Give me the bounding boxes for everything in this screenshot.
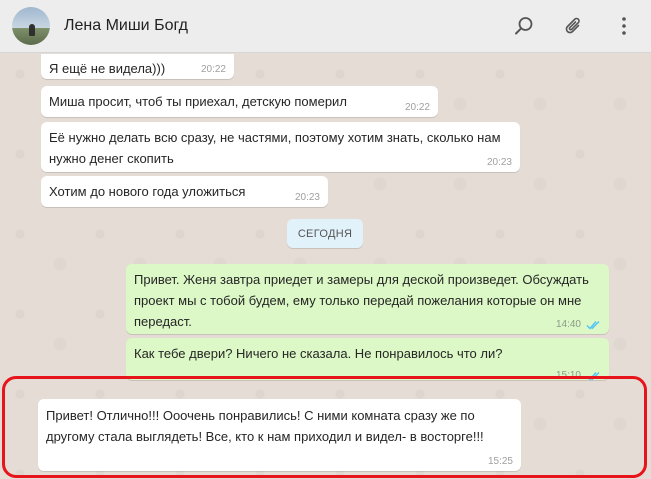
avatar[interactable] xyxy=(12,7,50,45)
message-time: 20:22 xyxy=(200,64,226,75)
message-time: 15:10 xyxy=(555,370,581,381)
read-receipt-icon xyxy=(586,372,600,381)
message-text: Миша просит, чтоб ты приехал, детскую по… xyxy=(49,94,347,109)
message-text: Привет. Женя завтра приедет и замеры для… xyxy=(134,272,589,329)
date-separator: СЕГОДНЯ xyxy=(287,219,363,248)
message-time: 14:40 xyxy=(555,319,581,330)
message-text: Я ещё не видела))) xyxy=(49,61,166,76)
message-time: 20:23 xyxy=(486,157,512,168)
message-outgoing[interactable]: Как тебе двери? Ничего не сказала. Не по… xyxy=(126,338,609,381)
message-text: Хотим до нового года уложиться xyxy=(49,184,246,199)
message-list[interactable]: Я ещё не видела))) 20:22 Миша просит, чт… xyxy=(0,54,651,479)
message-text: Как тебе двери? Ничего не сказала. Не по… xyxy=(134,346,503,361)
search-icon[interactable] xyxy=(512,14,536,38)
message-incoming[interactable]: Её нужно делать всю сразу, не частями, п… xyxy=(41,122,520,172)
message-text: Привет! Отлично!!! Ооочень понравились! … xyxy=(46,408,484,444)
message-incoming[interactable]: Миша просит, чтоб ты приехал, детскую по… xyxy=(41,86,438,117)
message-time: 20:22 xyxy=(404,102,430,113)
message-incoming[interactable]: Я ещё не видела))) 20:22 xyxy=(41,54,234,79)
chat-header: Лена Миши Богд xyxy=(0,0,651,53)
message-incoming[interactable]: Привет! Отлично!!! Ооочень понравились! … xyxy=(38,399,521,471)
paperclip-icon[interactable] xyxy=(562,14,586,38)
read-receipt-icon xyxy=(586,321,600,330)
message-time: 15:25 xyxy=(487,456,513,467)
message-time: 20:23 xyxy=(294,192,320,203)
message-outgoing[interactable]: Привет. Женя завтра приедет и замеры для… xyxy=(126,264,609,334)
contact-name[interactable]: Лена Миши Богд xyxy=(64,17,188,35)
message-text: Её нужно делать всю сразу, не частями, п… xyxy=(49,130,501,166)
message-incoming[interactable]: Хотим до нового года уложиться 20:23 xyxy=(41,176,328,207)
more-vertical-icon[interactable] xyxy=(612,14,636,38)
